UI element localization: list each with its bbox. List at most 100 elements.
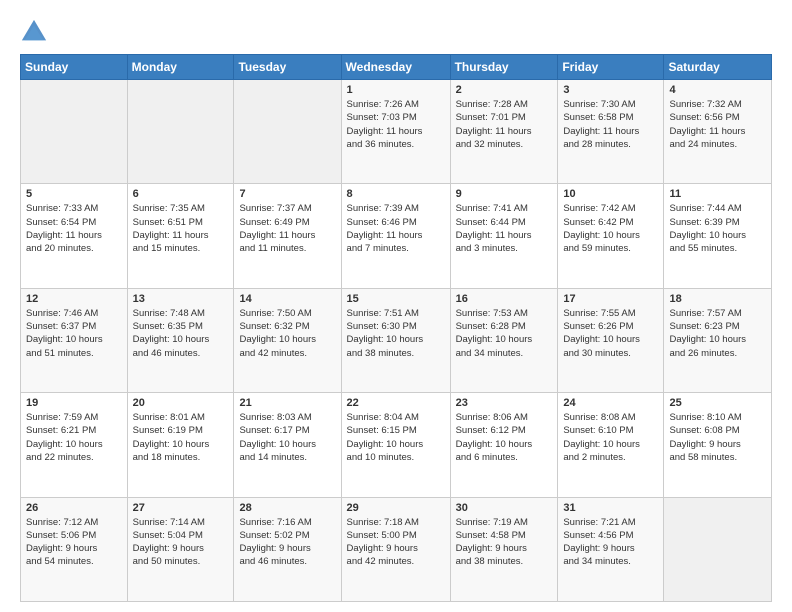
calendar-cell: 31Sunrise: 7:21 AM Sunset: 4:56 PM Dayli… xyxy=(558,497,664,601)
calendar-cell: 10Sunrise: 7:42 AM Sunset: 6:42 PM Dayli… xyxy=(558,184,664,288)
calendar-cell: 13Sunrise: 7:48 AM Sunset: 6:35 PM Dayli… xyxy=(127,288,234,392)
day-number: 10 xyxy=(563,188,658,200)
calendar-cell: 2Sunrise: 7:28 AM Sunset: 7:01 PM Daylig… xyxy=(450,80,558,184)
calendar-cell: 1Sunrise: 7:26 AM Sunset: 7:03 PM Daylig… xyxy=(341,80,450,184)
week-row-3: 12 Sunrise: 7:46 AM Sunset: 6:37 PM Dayli… xyxy=(21,288,772,392)
header-day-friday: Friday xyxy=(558,55,664,80)
logo-icon xyxy=(20,18,48,46)
calendar-cell: 21 Sunrise: 8:03 AM Sunset: 6:17 PM Dayli… xyxy=(234,393,341,497)
day-number: 22 xyxy=(347,397,445,409)
day-number: 3 xyxy=(563,84,658,96)
day-detail: Sunrise: 7:14 AM Sunset: 5:04 PM Dayligh… xyxy=(133,516,229,569)
calendar-cell: 8 Sunrise: 7:39 AM Sunset: 6:46 PM Daylig… xyxy=(341,184,450,288)
calendar-cell: 25Sunrise: 8:10 AM Sunset: 6:08 PM Dayli… xyxy=(664,393,772,497)
calendar-cell: 3 Sunrise: 7:30 AM Sunset: 6:58 PM Daylig… xyxy=(558,80,664,184)
calendar-cell: 15 Sunrise: 7:51 AM Sunset: 6:30 PM Dayli… xyxy=(341,288,450,392)
day-detail: Sunrise: 7:30 AM Sunset: 6:58 PM Dayligh… xyxy=(563,98,658,151)
day-number: 6 xyxy=(133,188,229,200)
day-detail: Sunrise: 7:37 AM Sunset: 6:49 PM Dayligh… xyxy=(239,202,335,255)
calendar-cell: 14 Sunrise: 7:50 AM Sunset: 6:32 PM Dayli… xyxy=(234,288,341,392)
day-number: 30 xyxy=(456,502,553,514)
day-detail: Sunrise: 7:16 AM Sunset: 5:02 PM Dayligh… xyxy=(239,516,335,569)
calendar-body: 1Sunrise: 7:26 AM Sunset: 7:03 PM Daylig… xyxy=(21,80,772,602)
calendar-cell xyxy=(664,497,772,601)
day-detail: Sunrise: 7:48 AM Sunset: 6:35 PM Dayligh… xyxy=(133,307,229,360)
calendar-table: SundayMondayTuesdayWednesdayThursdayFrid… xyxy=(20,54,772,602)
day-detail: Sunrise: 7:57 AM Sunset: 6:23 PM Dayligh… xyxy=(669,307,766,360)
calendar-cell: 7 Sunrise: 7:37 AM Sunset: 6:49 PM Daylig… xyxy=(234,184,341,288)
day-detail: Sunrise: 8:01 AM Sunset: 6:19 PM Dayligh… xyxy=(133,411,229,464)
day-detail: Sunrise: 7:46 AM Sunset: 6:37 PM Dayligh… xyxy=(26,307,122,360)
day-number: 18 xyxy=(669,293,766,305)
week-row-4: 19 Sunrise: 7:59 AM Sunset: 6:21 PM Dayli… xyxy=(21,393,772,497)
day-number: 16 xyxy=(456,293,553,305)
day-number: 17 xyxy=(563,293,658,305)
header-row xyxy=(20,18,772,46)
day-number: 15 xyxy=(347,293,445,305)
day-detail: Sunrise: 7:59 AM Sunset: 6:21 PM Dayligh… xyxy=(26,411,122,464)
day-detail: Sunrise: 7:44 AM Sunset: 6:39 PM Dayligh… xyxy=(669,202,766,255)
day-detail: Sunrise: 7:53 AM Sunset: 6:28 PM Dayligh… xyxy=(456,307,553,360)
calendar-cell: 5 Sunrise: 7:33 AM Sunset: 6:54 PM Daylig… xyxy=(21,184,128,288)
header-day-wednesday: Wednesday xyxy=(341,55,450,80)
header-day-sunday: Sunday xyxy=(21,55,128,80)
day-number: 12 xyxy=(26,293,122,305)
day-number: 7 xyxy=(239,188,335,200)
calendar-cell: 24 Sunrise: 8:08 AM Sunset: 6:10 PM Dayli… xyxy=(558,393,664,497)
day-detail: Sunrise: 7:18 AM Sunset: 5:00 PM Dayligh… xyxy=(347,516,445,569)
week-row-5: 26 Sunrise: 7:12 AM Sunset: 5:06 PM Dayli… xyxy=(21,497,772,601)
day-number: 9 xyxy=(456,188,553,200)
week-row-2: 5 Sunrise: 7:33 AM Sunset: 6:54 PM Daylig… xyxy=(21,184,772,288)
calendar-cell: 26 Sunrise: 7:12 AM Sunset: 5:06 PM Dayli… xyxy=(21,497,128,601)
day-number: 14 xyxy=(239,293,335,305)
day-number: 20 xyxy=(133,397,229,409)
calendar-cell: 9 Sunrise: 7:41 AM Sunset: 6:44 PM Daylig… xyxy=(450,184,558,288)
calendar-cell: 18 Sunrise: 7:57 AM Sunset: 6:23 PM Dayli… xyxy=(664,288,772,392)
day-detail: Sunrise: 8:10 AM Sunset: 6:08 PM Dayligh… xyxy=(669,411,766,464)
calendar-cell: 17 Sunrise: 7:55 AM Sunset: 6:26 PM Dayli… xyxy=(558,288,664,392)
calendar-cell: 30 Sunrise: 7:19 AM Sunset: 4:58 PM Dayli… xyxy=(450,497,558,601)
calendar-cell: 19 Sunrise: 7:59 AM Sunset: 6:21 PM Dayli… xyxy=(21,393,128,497)
calendar-cell: 12 Sunrise: 7:46 AM Sunset: 6:37 PM Dayli… xyxy=(21,288,128,392)
calendar-cell xyxy=(21,80,128,184)
day-number: 29 xyxy=(347,502,445,514)
calendar-cell: 22Sunrise: 8:04 AM Sunset: 6:15 PM Dayli… xyxy=(341,393,450,497)
day-detail: Sunrise: 7:39 AM Sunset: 6:46 PM Dayligh… xyxy=(347,202,445,255)
logo xyxy=(20,18,52,46)
day-number: 5 xyxy=(26,188,122,200)
day-detail: Sunrise: 7:51 AM Sunset: 6:30 PM Dayligh… xyxy=(347,307,445,360)
day-number: 23 xyxy=(456,397,553,409)
day-number: 4 xyxy=(669,84,766,96)
day-detail: Sunrise: 7:19 AM Sunset: 4:58 PM Dayligh… xyxy=(456,516,553,569)
day-number: 24 xyxy=(563,397,658,409)
day-number: 26 xyxy=(26,502,122,514)
day-number: 28 xyxy=(239,502,335,514)
day-number: 21 xyxy=(239,397,335,409)
calendar-cell: 28 Sunrise: 7:16 AM Sunset: 5:02 PM Dayli… xyxy=(234,497,341,601)
day-number: 8 xyxy=(347,188,445,200)
day-detail: Sunrise: 7:41 AM Sunset: 6:44 PM Dayligh… xyxy=(456,202,553,255)
day-number: 27 xyxy=(133,502,229,514)
day-number: 19 xyxy=(26,397,122,409)
calendar-cell: 29 Sunrise: 7:18 AM Sunset: 5:00 PM Dayli… xyxy=(341,497,450,601)
calendar-header: SundayMondayTuesdayWednesdayThursdayFrid… xyxy=(21,55,772,80)
day-detail: Sunrise: 7:12 AM Sunset: 5:06 PM Dayligh… xyxy=(26,516,122,569)
day-detail: Sunrise: 8:03 AM Sunset: 6:17 PM Dayligh… xyxy=(239,411,335,464)
header-day-tuesday: Tuesday xyxy=(234,55,341,80)
header-day-saturday: Saturday xyxy=(664,55,772,80)
day-detail: Sunrise: 7:50 AM Sunset: 6:32 PM Dayligh… xyxy=(239,307,335,360)
day-detail: Sunrise: 7:55 AM Sunset: 6:26 PM Dayligh… xyxy=(563,307,658,360)
calendar-cell: 16 Sunrise: 7:53 AM Sunset: 6:28 PM Dayli… xyxy=(450,288,558,392)
calendar-cell: 27 Sunrise: 7:14 AM Sunset: 5:04 PM Dayli… xyxy=(127,497,234,601)
page: SundayMondayTuesdayWednesdayThursdayFrid… xyxy=(0,0,792,612)
day-detail: Sunrise: 8:08 AM Sunset: 6:10 PM Dayligh… xyxy=(563,411,658,464)
day-detail: Sunrise: 7:21 AM Sunset: 4:56 PM Dayligh… xyxy=(563,516,658,569)
calendar-cell: 6Sunrise: 7:35 AM Sunset: 6:51 PM Daylig… xyxy=(127,184,234,288)
day-detail: Sunrise: 7:33 AM Sunset: 6:54 PM Dayligh… xyxy=(26,202,122,255)
week-row-1: 1Sunrise: 7:26 AM Sunset: 7:03 PM Daylig… xyxy=(21,80,772,184)
day-number: 11 xyxy=(669,188,766,200)
day-detail: Sunrise: 7:32 AM Sunset: 6:56 PM Dayligh… xyxy=(669,98,766,151)
day-number: 2 xyxy=(456,84,553,96)
calendar-cell xyxy=(127,80,234,184)
header-day-thursday: Thursday xyxy=(450,55,558,80)
